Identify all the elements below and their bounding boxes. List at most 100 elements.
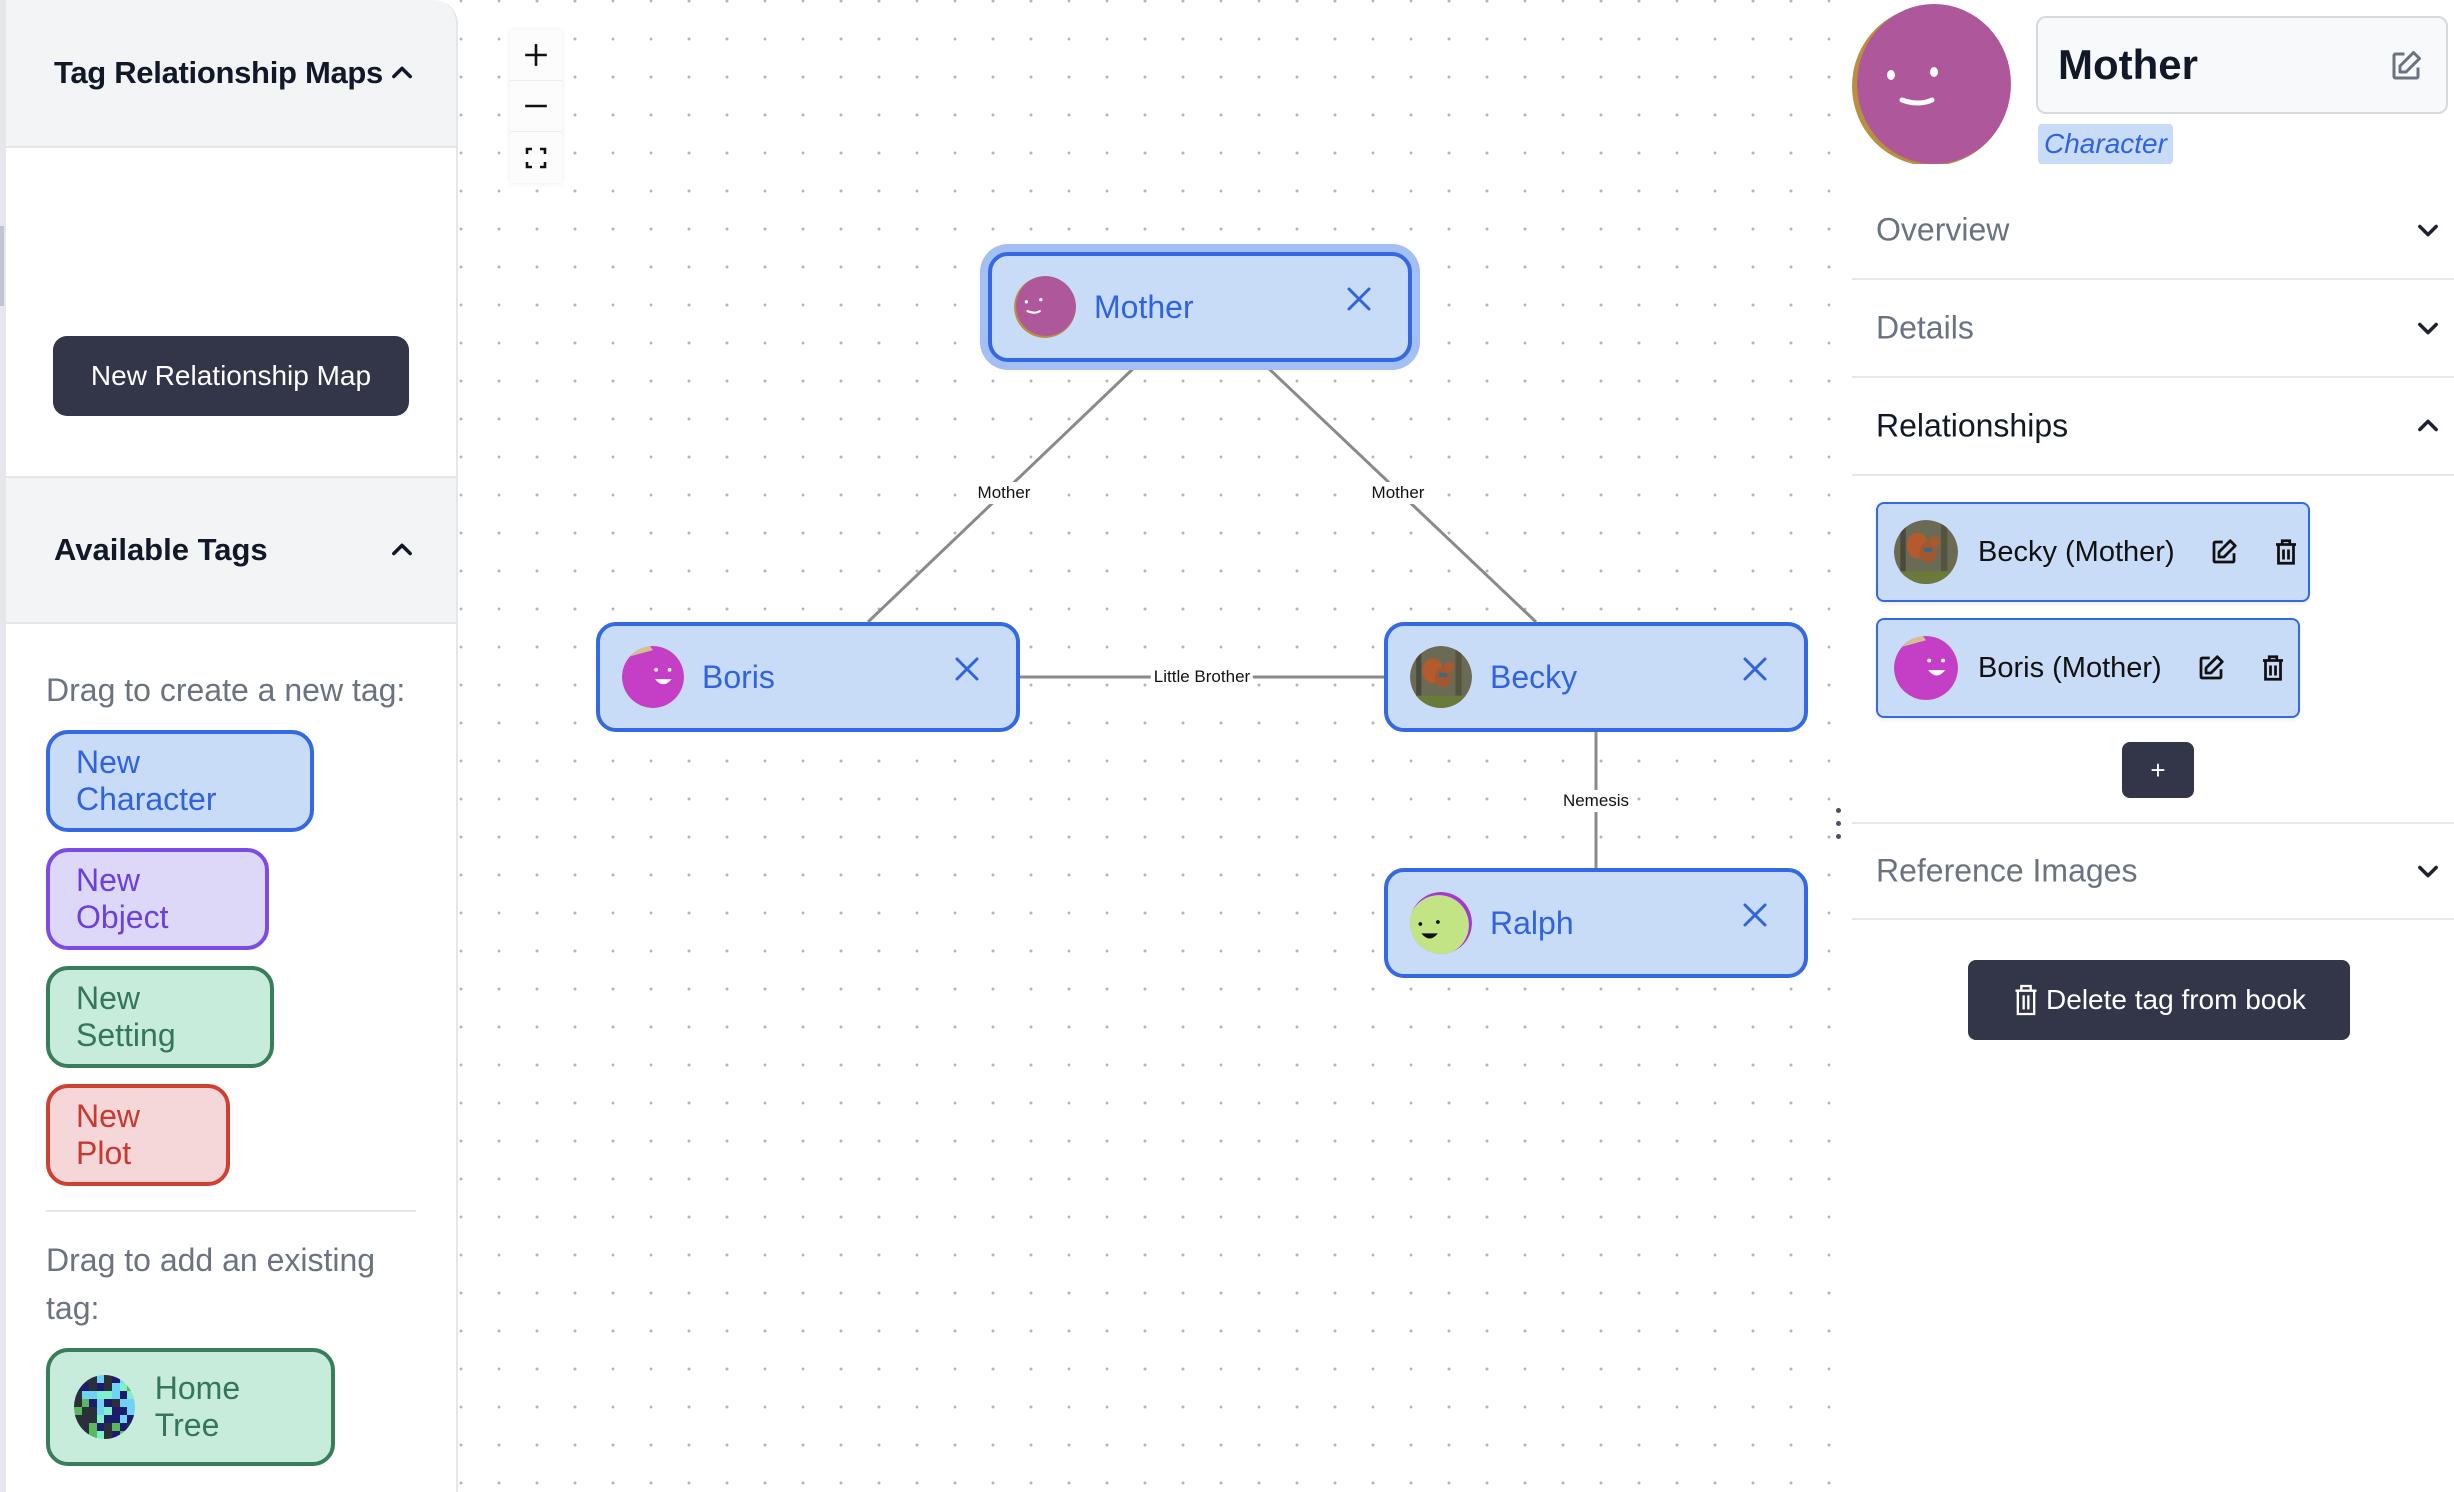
- avatar: [1410, 646, 1472, 708]
- section-label: Reference Images: [1876, 852, 2138, 889]
- pixel: [119, 1391, 128, 1399]
- pixel: [119, 1375, 128, 1383]
- edges-layer: [866, 362, 1598, 868]
- remove-node-icon[interactable]: [1344, 284, 1374, 314]
- pixel: [96, 1399, 105, 1407]
- pixel: [104, 1399, 112, 1407]
- pixel: [104, 1375, 112, 1383]
- existing-tag-home-tree[interactable]: Home Tree: [46, 1348, 335, 1466]
- pixel: [127, 1431, 135, 1439]
- trash-icon[interactable]: [2258, 653, 2288, 683]
- new-relationship-map-button[interactable]: New Relationship Map: [53, 336, 409, 416]
- pixel: [81, 1407, 90, 1415]
- remove-node-icon[interactable]: [952, 654, 982, 684]
- maps-section-body: New Relationship Map Character Relations…: [6, 148, 456, 556]
- maps-section-title: Tag Relationship Maps: [54, 55, 383, 90]
- chevron-down-icon[interactable]: [2414, 314, 2442, 342]
- left-sidebar: Tag Relationship Maps New Relationship M…: [6, 0, 458, 1492]
- maps-section-header[interactable]: Tag Relationship Maps: [6, 0, 456, 148]
- edge-label[interactable]: Little Brother: [1150, 666, 1254, 688]
- pixel: [81, 1383, 90, 1391]
- pixel: [104, 1391, 112, 1399]
- right-resize-handle[interactable]: [1836, 808, 1844, 839]
- relationship-item[interactable]: Boris (Mother): [1876, 618, 2300, 718]
- edit-icon[interactable]: [2388, 48, 2424, 84]
- edge-label[interactable]: Nemesis: [1559, 790, 1633, 812]
- node-boris[interactable]: Boris: [596, 622, 1020, 732]
- section-reference-images[interactable]: Reference Images: [1852, 822, 2454, 920]
- squirrel-photo-avatar-icon: [1410, 646, 1472, 708]
- pixel-avatar-icon: [74, 1375, 135, 1439]
- pixel: [119, 1415, 128, 1423]
- pixel: [74, 1375, 82, 1383]
- relationship-label: Becky (Mother): [1978, 535, 2175, 568]
- pixel: [111, 1391, 120, 1399]
- pixel: [111, 1375, 120, 1383]
- pixel: [104, 1423, 112, 1431]
- chevron-up-icon[interactable]: [2414, 412, 2442, 440]
- section-details[interactable]: Details: [1852, 280, 2454, 378]
- pixel: [81, 1391, 90, 1399]
- pixel: [96, 1391, 105, 1399]
- section-relationships[interactable]: Relationships: [1852, 378, 2454, 476]
- pixel: [119, 1383, 128, 1391]
- pixel: [89, 1383, 97, 1391]
- node-ralph[interactable]: Ralph: [1384, 868, 1808, 978]
- node-becky[interactable]: Becky: [1384, 622, 1808, 732]
- tag-detail-panel: Mother Character Overview Details Relati…: [1852, 0, 2454, 1492]
- pixel: [127, 1423, 135, 1431]
- tags-section-header[interactable]: Available Tags: [6, 476, 456, 624]
- remove-node-icon[interactable]: [1740, 900, 1770, 930]
- edit-icon[interactable]: [2209, 537, 2239, 567]
- pixel: [104, 1415, 112, 1423]
- pixel: [119, 1399, 128, 1407]
- create-tag-hint: Drag to create a new tag:: [46, 672, 406, 708]
- pixel: [127, 1383, 135, 1391]
- trash-icon: [2015, 984, 2037, 1016]
- edit-icon[interactable]: [2196, 653, 2226, 683]
- new-character-chip[interactable]: New Character: [46, 730, 314, 832]
- new-object-chip[interactable]: New Object: [46, 848, 269, 950]
- pixel: [96, 1375, 105, 1383]
- relationship-canvas[interactable]: Mother Mother Little Brother Nemesis Mot…: [458, 0, 1842, 1492]
- section-label: Relationships: [1876, 407, 2069, 444]
- node-name: Boris: [702, 658, 775, 695]
- node-mother[interactable]: Mother: [988, 252, 1412, 362]
- section-overview[interactable]: Overview: [1852, 182, 2454, 280]
- section-label: Details: [1876, 309, 1974, 346]
- remove-node-icon[interactable]: [1740, 654, 1770, 684]
- pixel: [81, 1415, 90, 1423]
- existing-tag-hint: Drag to add an existing tag:: [46, 1242, 376, 1326]
- new-plot-chip[interactable]: New Plot: [46, 1084, 230, 1186]
- chevron-down-icon[interactable]: [2414, 857, 2442, 885]
- tag-avatar-icon[interactable]: [1852, 4, 2012, 164]
- scrollbar-thumb[interactable]: [0, 226, 4, 306]
- pixel: [74, 1399, 82, 1407]
- pixel: [81, 1399, 90, 1407]
- pixel: [74, 1407, 82, 1415]
- delete-tag-button[interactable]: Delete tag from book: [1968, 960, 2350, 1040]
- chevron-up-icon[interactable]: [388, 536, 416, 564]
- avatar: [1894, 520, 1958, 584]
- relationship-item[interactable]: Becky (Mother): [1876, 502, 2310, 602]
- edge-label[interactable]: Mother: [1368, 482, 1428, 504]
- pixel: [89, 1375, 97, 1383]
- pixel: [81, 1423, 90, 1431]
- delete-tag-label: Delete tag from book: [2046, 984, 2306, 1015]
- add-relationship-button[interactable]: +: [2122, 742, 2194, 798]
- tag-name: Mother: [2058, 41, 2198, 88]
- tag-type-badge: Character: [2038, 124, 2173, 164]
- edge-label[interactable]: Mother: [974, 482, 1034, 504]
- new-setting-chip[interactable]: New Setting: [46, 966, 274, 1068]
- pixel: [127, 1399, 135, 1407]
- avatar: [1014, 276, 1076, 338]
- chevron-up-icon[interactable]: [388, 59, 416, 87]
- pixel: [111, 1407, 120, 1415]
- tag-name-field[interactable]: Mother: [2036, 16, 2448, 114]
- pixel: [104, 1407, 112, 1415]
- pixel: [96, 1431, 105, 1439]
- pixel: [96, 1407, 105, 1415]
- chevron-down-icon[interactable]: [2414, 216, 2442, 244]
- trash-icon[interactable]: [2271, 537, 2301, 567]
- pixel: [74, 1431, 82, 1439]
